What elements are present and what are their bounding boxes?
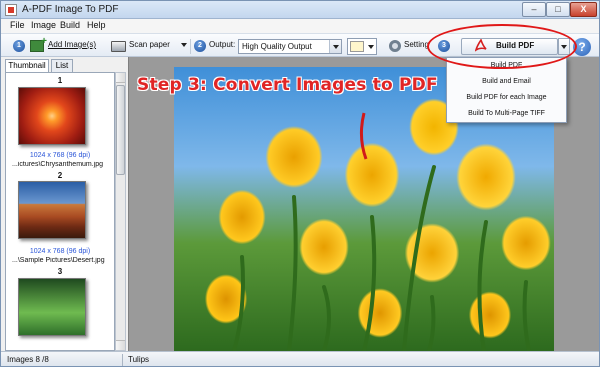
red-stroke-mark	[359, 112, 368, 160]
thumbnail-dimensions: 1024 x 768 (96 dpi)	[29, 248, 91, 255]
status-image-count: Images 8 /8	[7, 355, 49, 364]
minimize-button[interactable]: –	[522, 2, 546, 17]
highlight-ellipse	[427, 24, 577, 69]
scroll-down-icon[interactable]	[116, 340, 125, 350]
thumbnail-path: ...\Sample Pictures\Desert.jpg	[12, 257, 105, 264]
gear-icon[interactable]	[389, 40, 401, 52]
thumbnail-list[interactable]: 1 1024 x 768 (96 dpi) ...ictures\Chrysan…	[5, 72, 115, 351]
output-select-value: High Quality Output	[242, 42, 312, 51]
thumbnail-chrysanthemum[interactable]	[18, 87, 86, 145]
scroll-up-icon[interactable]	[116, 73, 125, 83]
background-color-picker[interactable]	[347, 38, 377, 55]
add-images-label[interactable]: Add Image(s)	[48, 40, 96, 49]
menu-file[interactable]: File	[10, 20, 25, 30]
menu-build[interactable]: Build	[60, 20, 80, 30]
output-select[interactable]: High Quality Output	[238, 39, 342, 54]
step-annotation: Step 3: Convert Images to PDF	[137, 75, 438, 95]
close-button[interactable]: X	[570, 2, 597, 17]
left-pane: Thumbnail List 1 1024 x 768 (96 dpi) ...…	[1, 57, 127, 351]
thumbnail-number: 1	[57, 76, 63, 85]
app-window: A-PDF Image To PDF – □ X File Image Buil…	[0, 0, 600, 367]
color-swatch	[350, 41, 364, 52]
step-1-badge: 1	[13, 40, 25, 52]
chevron-down-icon[interactable]	[329, 40, 341, 53]
app-icon	[5, 4, 17, 16]
menu-item-build-and-email[interactable]: Build and Email	[447, 78, 566, 85]
thumbnail-path: ...ictures\Chrysanthemum.jpg	[12, 161, 104, 168]
menu-help[interactable]: Help	[87, 20, 106, 30]
tab-thumbnail[interactable]: Thumbnail	[5, 59, 49, 73]
menu-item-build-each-image[interactable]: Build PDF for each Image	[447, 94, 566, 101]
scanner-icon	[111, 41, 126, 52]
thumbnail-desert[interactable]	[18, 181, 86, 239]
scrollbar-thumb[interactable]	[116, 85, 125, 175]
color-dropdown-icon[interactable]	[368, 45, 374, 49]
step-2-badge: 2	[194, 40, 206, 52]
thumbnail-dimensions: 1024 x 768 (96 dpi)	[29, 152, 91, 159]
window-title: A-PDF Image To PDF	[22, 4, 119, 15]
output-label: Output:	[209, 40, 236, 49]
scan-dropdown-icon[interactable]	[181, 43, 187, 47]
title-bar[interactable]: A-PDF Image To PDF – □ X	[1, 1, 599, 19]
status-divider	[122, 354, 123, 366]
add-image-icon	[30, 36, 47, 52]
status-bar: Images 8 /8 Tulips	[1, 351, 599, 366]
thumbnail-scrollbar[interactable]	[115, 72, 126, 351]
menu-item-build-tiff[interactable]: Build To Multi-Page TIFF	[447, 110, 566, 117]
thumbnail-number: 2	[57, 171, 63, 180]
maximize-button[interactable]: □	[546, 2, 570, 17]
thumbnail-image-3[interactable]	[18, 278, 86, 336]
scan-paper-button[interactable]: Scan paper	[129, 40, 170, 49]
status-current-image: Tulips	[128, 355, 150, 364]
thumbnail-number: 3	[57, 267, 63, 276]
tab-list[interactable]: List	[51, 59, 73, 72]
menu-image[interactable]: Image	[31, 20, 56, 30]
setting-button[interactable]: Setting	[404, 40, 429, 49]
toolbar-separator	[190, 39, 191, 54]
